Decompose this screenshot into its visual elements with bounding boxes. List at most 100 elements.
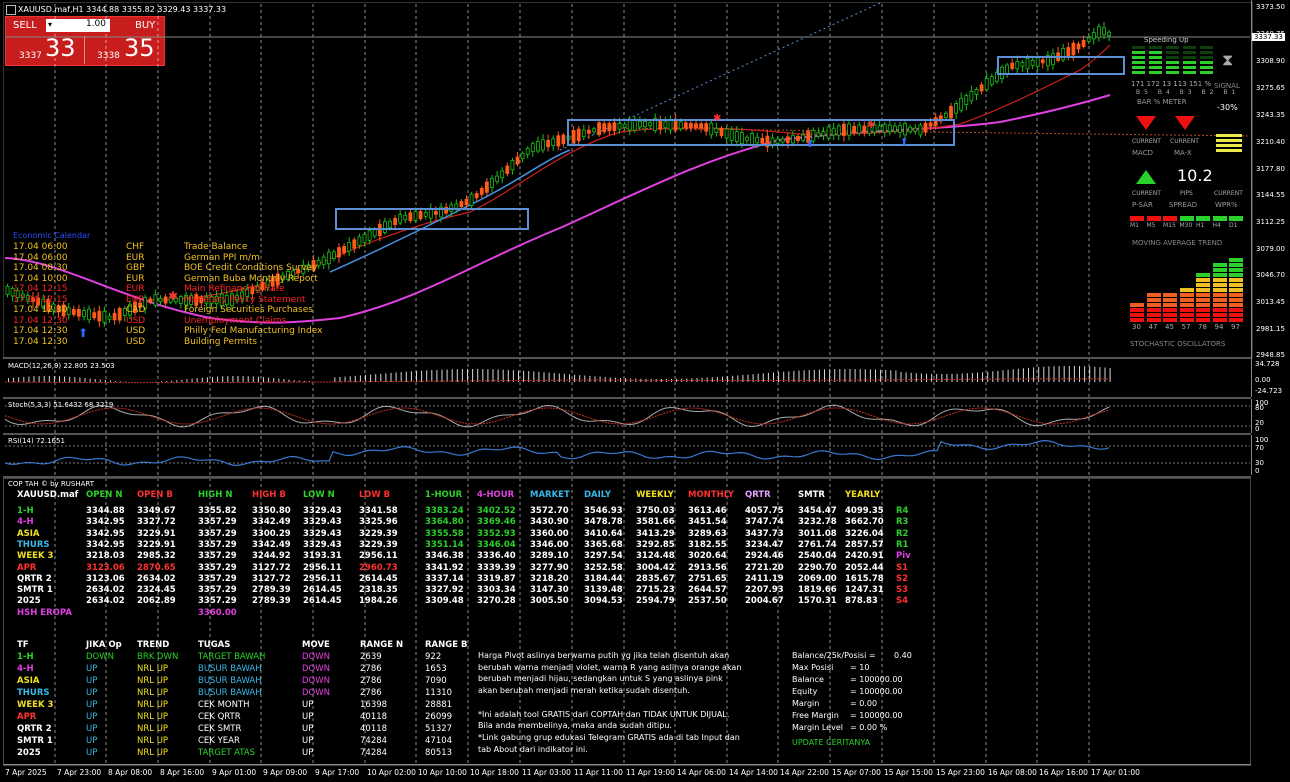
table-cell: 2789.39 — [252, 585, 291, 596]
wpr-bars — [1216, 134, 1242, 152]
stoch-bar-cell — [1196, 308, 1210, 312]
stoch-bar-cell — [1212, 288, 1227, 292]
table-cell: 3581.66 — [636, 517, 675, 528]
table-cell: 3147.30 — [530, 585, 569, 596]
table-cell: 3327.72 — [137, 517, 176, 528]
table-cell: 3357.29 — [198, 585, 237, 596]
time-axis-label: 17 Apr 01:00 — [1091, 768, 1140, 777]
trend-op: UP — [86, 688, 98, 698]
bar-meter-cell — [1149, 61, 1162, 64]
bar-meter-cell — [1200, 61, 1213, 64]
price-axis-label: 3373.50 — [1256, 3, 1285, 11]
pips-label: PIPS — [1180, 190, 1193, 197]
trend-range-b: 1653 — [425, 664, 447, 674]
table-header-cell: MONTHLY — [688, 490, 734, 500]
stoch-bar-cell — [1229, 258, 1243, 262]
calendar-time: 17.04 12:15 — [13, 294, 68, 305]
table-cell: 2411.19 — [745, 573, 784, 584]
table-cell: 3352.93 — [477, 528, 516, 539]
stoch-bar-cell — [1179, 303, 1194, 307]
table-cell: 2761.74 — [798, 539, 837, 550]
trend-tf: 4-H — [17, 664, 34, 674]
table-cell: 2062.89 — [137, 596, 176, 607]
stoch-chart — [4, 404, 1250, 428]
ma-trend-cell — [1179, 216, 1194, 221]
stoch-value: 97 — [1231, 323, 1240, 331]
stoch-bar-cell — [1212, 308, 1227, 312]
trend-range-n: 40118 — [360, 724, 388, 734]
calendar-time: 17.04 12:30 — [13, 326, 68, 336]
trend-range-n: 2786 — [360, 688, 382, 698]
instruction-line: Harga Pivot aslinya berwarna putih yg ji… — [478, 651, 730, 660]
table-cell: 3329.43 — [303, 539, 342, 550]
time-axis-label: 11 Apr 03:00 — [522, 768, 571, 777]
table-cell: 3004.42 — [636, 562, 675, 573]
trend-task: TARGET BAWAH — [198, 652, 266, 662]
stoch-value: 47 — [1148, 323, 1158, 331]
table-cell: 3342.95 — [86, 528, 125, 539]
table-cell: 3364.80 — [425, 517, 464, 528]
trend-tf: SMTR 1 — [17, 736, 53, 746]
stoch-bar-cell — [1229, 298, 1243, 302]
calendar-time: 17.04 12:30 — [13, 315, 68, 326]
sell-arrow-icon: ✱ — [867, 120, 875, 131]
row-level-tag: Piv — [896, 551, 911, 562]
table-cell: 3478.78 — [584, 517, 623, 528]
account-value: = 100000.00 — [850, 711, 903, 720]
ma-trend-cell — [1163, 216, 1177, 221]
trend-range-n: 2639 — [360, 652, 382, 662]
stoch-bar-cell — [1163, 303, 1177, 307]
trend-move: DOWN — [302, 664, 330, 674]
bar-meter-cell — [1200, 51, 1213, 54]
stoch-axis-0: 0 — [1255, 425, 1260, 433]
instruction-line: akan berubah menjadi merah ketika sudah … — [478, 686, 690, 696]
table-header-cell: DAILY — [584, 490, 612, 500]
table-cell: 2634.02 — [86, 585, 125, 596]
stoch-value: 78 — [1198, 323, 1207, 331]
stoch-bar-cell — [1163, 313, 1177, 317]
trend-tf: WEEK 3 — [17, 700, 54, 710]
table-cell: 3383.24 — [425, 506, 464, 516]
table-cell: 3342.95 — [86, 539, 125, 550]
stoch-bar-cell — [1130, 303, 1144, 307]
trend-header-cell: TF — [17, 640, 29, 650]
stoch-bar-cell — [1196, 303, 1210, 307]
table-cell: 3357.29 — [198, 528, 237, 539]
bar-meter-cell — [1149, 71, 1162, 74]
stoch-value: 45 — [1165, 323, 1174, 331]
table-cell: 2870.65 — [137, 562, 176, 573]
stoch-bar-cell — [1179, 318, 1194, 322]
calendar-currency: EUR — [126, 284, 145, 294]
table-cell: 3410.64 — [584, 528, 623, 539]
ma-trend-tf: H1 — [1196, 222, 1205, 229]
trend-trend: NRL UP — [137, 664, 169, 674]
table-cell: 3350.80 — [252, 506, 291, 516]
table-cell: 3572.70 — [530, 506, 569, 516]
table-cell: 3454.47 — [798, 506, 837, 516]
table-cell: 3662.70 — [845, 517, 884, 528]
time-axis-label: 14 Apr 14:00 — [729, 768, 778, 777]
bar-meter-cell — [1166, 61, 1179, 64]
update-label[interactable]: UPDATE CERITANYA — [792, 738, 870, 747]
calendar-currency: USD — [126, 336, 146, 347]
calendar-currency: USD — [126, 326, 146, 336]
ma-trend-tf: M15 — [1163, 222, 1176, 229]
trend-trend: BRK DWN — [137, 652, 179, 662]
calendar-title: Economic Calendar — [13, 231, 91, 240]
table-cell: 2956.11 — [359, 551, 398, 562]
table-cell: 2537.50 — [688, 596, 727, 607]
calendar-currency: USD — [126, 315, 146, 326]
calendar-currency: EUR — [126, 252, 145, 263]
stoch-bar-cell — [1229, 293, 1243, 297]
spread-value: 10.2 — [1177, 166, 1213, 185]
trend-task: CEK MONTH — [198, 700, 250, 710]
calendar-time: 17.04 12:30 — [13, 305, 68, 315]
time-axis-label: 8 Apr 08:00 — [108, 768, 153, 777]
bar-meter-cell — [1183, 46, 1196, 49]
trend-trend: NRL UP — [137, 748, 169, 758]
bar-meter-cell — [1200, 46, 1213, 49]
table-cell: 3546.93 — [584, 506, 623, 516]
stoch-bar-cell — [1196, 283, 1210, 287]
stoch-bar-cell — [1212, 298, 1227, 302]
percent-value: -30% — [1217, 103, 1238, 112]
